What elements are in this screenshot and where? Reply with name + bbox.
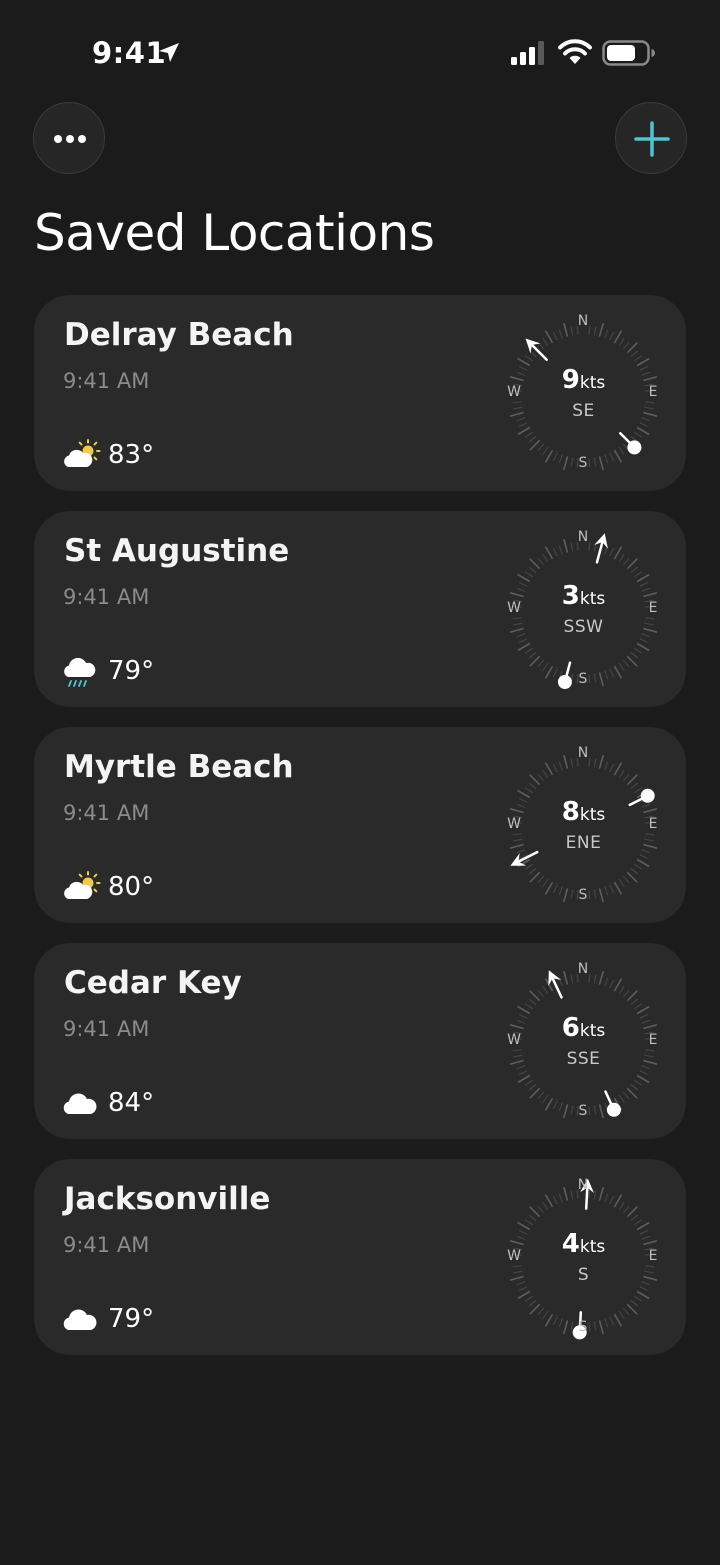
- compass-south-label: S: [578, 671, 588, 687]
- weather-summary: 79°: [62, 1303, 154, 1335]
- wind-speed-unit: kts: [579, 805, 606, 825]
- wind-compass: N E S W 6kts SSE: [496, 957, 671, 1132]
- location-card[interactable]: Delray Beach 9:41 AM 83° N E S W 9kts SE: [34, 295, 686, 491]
- compass-south-label: S: [578, 1319, 588, 1335]
- temperature: 83°: [108, 440, 155, 470]
- temperature: 84°: [108, 1088, 155, 1118]
- compass-south-label: S: [578, 1103, 588, 1119]
- compass-north-label: N: [577, 529, 589, 545]
- wind-direction: S: [577, 1265, 590, 1285]
- compass-north-label: N: [577, 313, 589, 329]
- wind-speed-unit: kts: [579, 1021, 606, 1041]
- location-arrow-icon: [159, 43, 179, 62]
- cloud-icon: [63, 1093, 97, 1114]
- compass-north-label: N: [577, 745, 589, 761]
- wind-speed-unit: kts: [579, 589, 606, 609]
- more-options-button[interactable]: [33, 102, 105, 174]
- local-time: 9:41 AM: [63, 801, 150, 825]
- wind-direction: SSW: [563, 617, 604, 637]
- status-bar: 9:41: [0, 0, 720, 100]
- cloud-icon: [63, 1309, 97, 1330]
- temperature: 80°: [108, 872, 155, 902]
- wind-direction: SSE: [566, 1049, 601, 1069]
- weather-summary: 80°: [62, 871, 154, 903]
- wind-compass: N E S W 8kts ENE: [496, 741, 671, 916]
- temperature: 79°: [108, 1304, 155, 1334]
- wind-speed: 9kts: [496, 365, 671, 395]
- location-card[interactable]: Jacksonville 9:41 AM 79° N E S W 4kts S: [34, 1159, 686, 1355]
- partly-sunny-icon: [64, 871, 101, 899]
- wind-compass: N E S W 9kts SE: [496, 309, 671, 484]
- cellular-signal-icon: [511, 41, 544, 65]
- compass-north-label: N: [577, 961, 589, 977]
- location-name: Jacksonville: [64, 1181, 271, 1217]
- weather-summary: 79°: [62, 655, 154, 687]
- weather-summary: 83°: [62, 439, 154, 471]
- compass-north-label: N: [577, 1177, 589, 1193]
- wind-speed-unit: kts: [579, 1237, 606, 1257]
- add-location-button[interactable]: [615, 102, 687, 174]
- plus-icon: [634, 121, 670, 157]
- wind-speed-value: 4: [561, 1229, 580, 1259]
- location-name: St Augustine: [64, 533, 290, 569]
- page-title: Saved Locations: [34, 204, 435, 262]
- compass-south-label: S: [578, 887, 588, 903]
- wind-speed-unit: kts: [579, 373, 606, 393]
- location-name: Cedar Key: [64, 965, 242, 1001]
- weather-summary: 84°: [62, 1087, 154, 1119]
- temperature: 79°: [108, 656, 155, 686]
- wind-compass: N E S W 3kts SSW: [496, 525, 671, 700]
- location-name: Delray Beach: [64, 317, 294, 353]
- local-time: 9:41 AM: [63, 1017, 150, 1041]
- local-time: 9:41 AM: [63, 585, 150, 609]
- wind-compass: N E S W 4kts S: [496, 1173, 671, 1348]
- compass-south-label: S: [578, 455, 588, 471]
- battery-icon: [602, 40, 655, 66]
- wind-speed-value: 3: [561, 581, 580, 611]
- wind-speed: 8kts: [496, 797, 671, 827]
- ellipsis-icon: [54, 135, 86, 143]
- local-time: 9:41 AM: [63, 369, 150, 393]
- location-card[interactable]: St Augustine 9:41 AM 79° N E S W 3kts SSW: [34, 511, 686, 707]
- screen: 9:41 Saved Locations Delray Beach 9:41 A…: [0, 0, 720, 1565]
- wind-speed-value: 6: [561, 1013, 580, 1043]
- wind-speed-value: 9: [561, 365, 580, 395]
- location-card[interactable]: Myrtle Beach 9:41 AM 80° N E S W 8kts ENE: [34, 727, 686, 923]
- wind-speed: 4kts: [496, 1229, 671, 1259]
- rain-cloud-icon: [64, 657, 96, 687]
- wind-direction: ENE: [565, 833, 602, 853]
- wind-speed: 6kts: [496, 1013, 671, 1043]
- location-name: Myrtle Beach: [64, 749, 294, 785]
- local-time: 9:41 AM: [63, 1233, 150, 1257]
- wind-speed: 3kts: [496, 581, 671, 611]
- wifi-icon: [558, 39, 592, 64]
- wind-speed-value: 8: [561, 797, 580, 827]
- partly-sunny-icon: [64, 439, 101, 467]
- location-card[interactable]: Cedar Key 9:41 AM 84° N E S W 6kts SSE: [34, 943, 686, 1139]
- wind-direction: SE: [572, 401, 595, 421]
